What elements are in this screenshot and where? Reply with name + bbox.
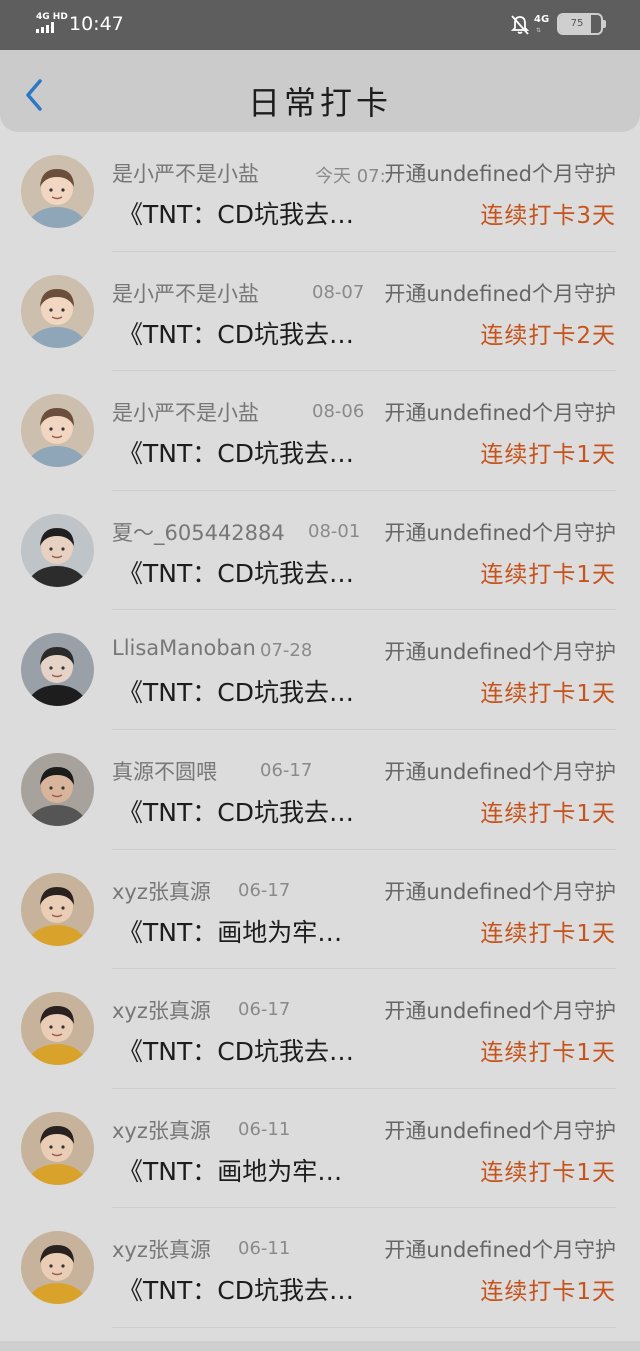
- battery-icon: 75: [557, 13, 603, 35]
- list-item[interactable]: 是小严不是小盐 今天 07: 开通undefined个月守护《TNT：CD坑我去… 连…: [0, 132, 640, 252]
- bottom-edge: [0, 1341, 640, 1351]
- avatar[interactable]: [21, 872, 94, 946]
- streak-label: 连续打卡1天: [480, 1159, 616, 1186]
- mobile-data-label: 4G: [534, 14, 550, 25]
- song-title: 《TNT：CD坑我去…: [118, 1276, 354, 1306]
- song-title: 《TNT：CD坑我去…: [118, 1037, 354, 1067]
- streak-label: 连续打卡1天: [480, 442, 616, 469]
- battery-percent: 75: [570, 18, 584, 29]
- checkin-date: 08-07: [312, 281, 365, 303]
- guard-action-text: 开通undefined个月守护: [384, 162, 616, 186]
- guard-action-text: 开通undefined个月守护: [384, 520, 616, 545]
- mobile-data-arrows-icon: ⇅: [536, 27, 542, 34]
- avatar[interactable]: [21, 992, 94, 1066]
- checkin-date: 今天 07:: [315, 166, 386, 187]
- list-item[interactable]: xyz张真源 06-11 开通undefined个月守护《TNT：CD坑我去… 连续打…: [0, 1208, 640, 1328]
- checkin-date: 06-11: [238, 1238, 291, 1260]
- signal-strength-icon: [36, 22, 54, 33]
- list-item[interactable]: 是小严不是小盐 08-07 开通undefined个月守护《TNT：CD坑我去… 连续…: [0, 252, 640, 372]
- streak-label: 连续打卡1天: [480, 1040, 616, 1067]
- list-item[interactable]: xyz张真源 06-17 开通undefined个月守护《TNT：画地为牢… 连续打卡…: [0, 850, 640, 970]
- list-item[interactable]: xyz张真源 06-17 开通undefined个月守护《TNT：CD坑我去… 连续打…: [0, 969, 640, 1089]
- checkin-date: 06-17: [238, 999, 291, 1021]
- user-name: LlisaManoban: [112, 636, 256, 661]
- status-bar: 4G HD 10:47 4G ⇅ 75: [0, 0, 640, 50]
- network-type-label: 4G HD: [36, 12, 68, 22]
- checkin-date: 08-06: [312, 401, 365, 423]
- guard-action-text: 开通undefined个月守护: [384, 401, 616, 426]
- user-name: 真源不圆喂: [112, 759, 217, 784]
- checkin-date: 08-01: [308, 520, 361, 542]
- list-item[interactable]: 真源不圆喂 06-17 开通undefined个月守护《TNT：CD坑我去… 连续打卡…: [0, 730, 640, 850]
- streak-label: 连续打卡1天: [480, 800, 616, 827]
- streak-label: 连续打卡3天: [480, 203, 616, 229]
- song-title: 《TNT：CD坑我去…: [118, 797, 354, 827]
- guard-action-text: 开通undefined个月守护: [384, 640, 616, 665]
- avatar[interactable]: [21, 752, 94, 826]
- list-item[interactable]: xyz张真源 06-11 开通undefined个月守护《TNT：画地为牢… 连续打卡…: [0, 1089, 640, 1209]
- list-item[interactable]: LlisaManoban 07-28 开通undefined个月守护《TNT：CD坑…: [0, 610, 640, 730]
- list-item[interactable]: 是小严不是小盐 08-06 开通undefined个月守护《TNT：CD坑我去… 连续…: [0, 371, 640, 491]
- streak-label: 连续打卡1天: [480, 1279, 616, 1306]
- user-name: xyz张真源: [112, 999, 211, 1024]
- song-title: 《TNT：CD坑我去…: [118, 200, 354, 229]
- user-name: 是小严不是小盐: [112, 162, 259, 186]
- streak-label: 连续打卡1天: [480, 681, 616, 708]
- avatar[interactable]: [21, 274, 94, 348]
- streak-label: 连续打卡1天: [480, 920, 616, 947]
- checkin-date: 06-17: [238, 879, 291, 901]
- guard-action-text: 开通undefined个月守护: [384, 999, 616, 1024]
- user-name: xyz张真源: [112, 879, 211, 904]
- song-title: 《TNT：画地为牢…: [118, 917, 343, 947]
- guard-action-text: 开通undefined个月守护: [384, 1238, 616, 1263]
- avatar[interactable]: [21, 513, 94, 587]
- page-title: 日常打卡: [247, 84, 392, 122]
- avatar[interactable]: [21, 633, 94, 707]
- list-item[interactable]: 夏～_605442884 08-01 开通undefined个月守护《TNT：CD坑…: [0, 491, 640, 611]
- user-name: 夏～_605442884: [112, 520, 285, 545]
- checkin-list: 是小严不是小盐 今天 07: 开通undefined个月守护 《TNT：CD坑我去… 连…: [0, 132, 640, 1328]
- song-title: 《TNT：CD坑我去…: [118, 319, 354, 349]
- battery-tip: [603, 20, 606, 28]
- song-title: 《TNT：CD坑我去…: [118, 558, 354, 588]
- user-name: xyz张真源: [112, 1118, 211, 1143]
- user-name: 是小严不是小盐: [112, 401, 259, 426]
- streak-label: 连续打卡1天: [480, 561, 616, 588]
- guard-action-text: 开通undefined个月守护: [384, 1118, 616, 1143]
- guard-action-text: 开通undefined个月守护: [384, 759, 616, 784]
- navigation-bar: 日常打卡: [0, 50, 640, 132]
- checkin-date: 06-11: [238, 1118, 291, 1140]
- bell-muted-icon: [510, 15, 530, 35]
- user-name: xyz张真源: [112, 1238, 211, 1263]
- song-title: 《TNT：画地为牢…: [118, 1156, 343, 1186]
- user-name: 是小严不是小盐: [112, 281, 259, 306]
- streak-label: 连续打卡2天: [480, 322, 616, 349]
- clock: 10:47: [69, 13, 124, 35]
- avatar[interactable]: [21, 1111, 94, 1185]
- song-title: 《TNT：CD坑我去…: [118, 678, 354, 708]
- song-title: 《TNT：CD坑我去…: [118, 439, 354, 469]
- avatar[interactable]: [21, 155, 94, 228]
- avatar[interactable]: [21, 394, 94, 468]
- checkin-date: 06-17: [260, 759, 313, 781]
- avatar[interactable]: [21, 1231, 94, 1305]
- checkin-date: 07-28: [260, 640, 313, 662]
- guard-action-text: 开通undefined个月守护: [384, 879, 616, 904]
- guard-action-text: 开通undefined个月守护: [384, 281, 616, 306]
